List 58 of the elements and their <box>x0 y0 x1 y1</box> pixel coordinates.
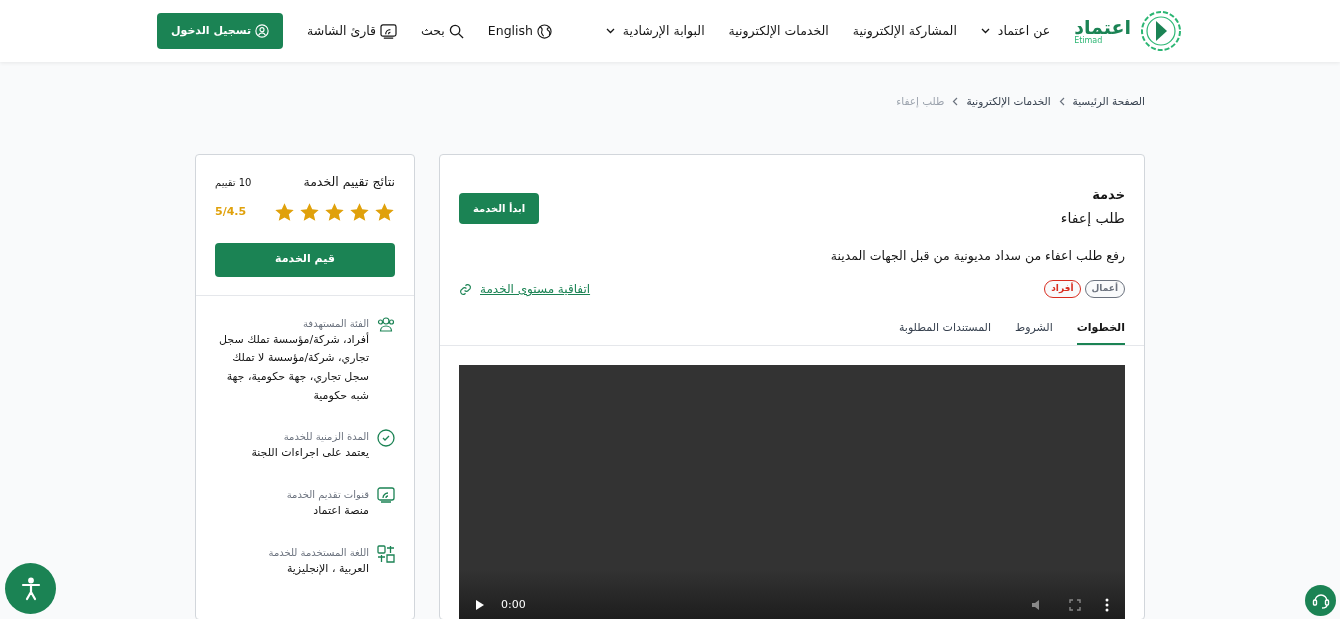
fullscreen-icon[interactable] <box>1069 599 1081 612</box>
language-link[interactable]: English <box>487 21 552 41</box>
logo-icon <box>1139 9 1183 53</box>
people-icon <box>377 315 395 332</box>
more-icon[interactable] <box>1105 598 1109 613</box>
language-icon <box>377 544 395 563</box>
logo-text: اعتماد <box>1074 17 1131 37</box>
service-eyebrow: خدمة <box>1091 185 1125 204</box>
screen-cast-icon <box>377 486 395 503</box>
detail-label: المدة الزمنية للخدمة <box>282 430 369 445</box>
breadcrumb-link[interactable]: الخدمات الإلكترونية <box>966 94 1051 110</box>
accessibility-button[interactable] <box>5 563 56 614</box>
star-icon <box>274 201 295 223</box>
nav-link[interactable]: عن اعتماد <box>980 21 1051 41</box>
detail-label: قنوات تقديم الخدمة <box>286 487 369 502</box>
chevron-icon <box>952 97 959 107</box>
star-icon <box>324 201 345 223</box>
nav-link[interactable]: المشاركة الإلكترونية <box>852 21 957 41</box>
search-link[interactable]: بحث <box>421 21 464 41</box>
star-icon <box>299 201 320 223</box>
detail-label: الفئة المستهدفة <box>302 316 369 331</box>
detail-value: يعتمد على اجراءات اللجنة <box>251 445 369 462</box>
detail-value: منصة اعتماد <box>312 502 369 519</box>
start-service-button[interactable]: ابدأ الخدمة <box>459 192 540 224</box>
screen-reader-link[interactable]: قارئ الشاشة <box>307 21 397 41</box>
detail-value: أفراد، شركة/مؤسسة تملك سجل تجاري، شركة/مؤسسة لا تملك سجل تجاري، جهة حكومية، جهة شبه حكومية <box>218 331 369 404</box>
screen-cast-icon <box>380 23 397 39</box>
rating-score: 5/4.5 <box>215 203 247 220</box>
tag: أفراد <box>1044 280 1081 298</box>
rate-service-button[interactable]: قيم الخدمة <box>215 242 395 277</box>
service-title: طلب إعفاء <box>1060 209 1125 229</box>
tab[interactable]: الشروط <box>1014 320 1053 345</box>
support-button[interactable] <box>1305 585 1336 616</box>
breadcrumb-link[interactable]: الصفحة الرئيسية <box>1072 94 1145 110</box>
rating-count: 10 تقييم <box>215 175 252 190</box>
login-button[interactable]: تسجيل الدخول <box>157 13 283 49</box>
globe-icon <box>537 23 552 39</box>
sla-link[interactable]: اتفاقية مستوى الخدمة <box>480 280 591 298</box>
accessibility-icon <box>19 576 42 601</box>
search-icon <box>448 23 464 39</box>
user-icon <box>255 24 269 38</box>
tab[interactable]: الخطوات <box>1076 320 1125 345</box>
nav-link[interactable]: البوابة الإرشادية <box>605 21 705 41</box>
link-icon <box>459 282 472 296</box>
star-icon <box>374 201 395 223</box>
nav-link[interactable]: الخدمات الإلكترونية <box>728 21 829 41</box>
video-time: 0:00 <box>501 597 526 613</box>
tab[interactable]: المستندات المطلوبة <box>898 320 991 345</box>
clock-icon <box>377 429 395 448</box>
logo-subtitle: Etimad <box>1074 36 1104 45</box>
rating-title: نتائج تقييم الخدمة <box>303 172 395 191</box>
chevron-icon <box>1058 97 1065 107</box>
tag: أعمال <box>1084 280 1125 298</box>
star-icon <box>349 201 370 223</box>
service-description: رفع طلب اعفاء من سداد مديونية من قبل الجهات المدينة <box>829 247 1125 266</box>
play-icon[interactable] <box>475 599 485 612</box>
detail-label: اللغة المستخدمة للخدمة <box>268 545 369 560</box>
detail-value: العربية ، الإنجليزية <box>285 560 369 577</box>
